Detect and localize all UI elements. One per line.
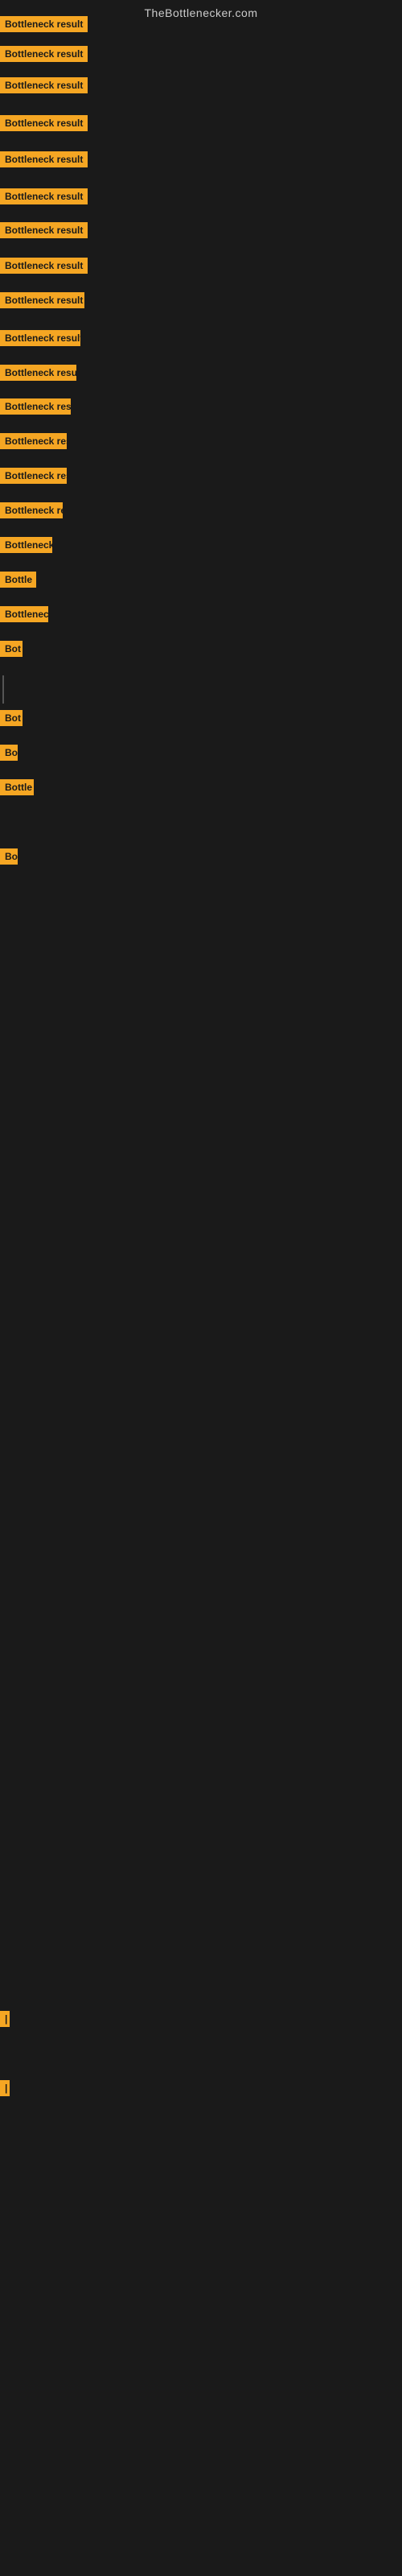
bottleneck-badge-11: Bottleneck result [0, 365, 76, 385]
bottleneck-badge-4: Bottleneck result [0, 115, 88, 135]
bottleneck-badge-text-25: | [0, 2080, 10, 2096]
bottleneck-badge-14: Bottleneck resu [0, 468, 67, 488]
bottleneck-badge-10: Bottleneck result [0, 330, 80, 350]
bottleneck-badge-9: Bottleneck result [0, 292, 84, 312]
bottleneck-badge-text-12: Bottleneck res [0, 398, 71, 415]
bottleneck-badge-text-18: Bottlenec [0, 606, 48, 622]
bottleneck-badge-text-1: Bottleneck result [0, 16, 88, 32]
bottleneck-badge-text-19: Bot [0, 641, 23, 657]
bottleneck-badge-18: Bottlenec [0, 606, 48, 626]
bottleneck-badge-text-23: Bo [0, 848, 18, 865]
bottleneck-badge-text-10: Bottleneck result [0, 330, 80, 346]
bottleneck-badge-19: Bot [0, 641, 23, 661]
bottleneck-badge-13: Bottleneck res [0, 433, 67, 453]
bottleneck-badge-text-22: Bottle [0, 779, 34, 795]
bottleneck-badge-text-8: Bottleneck result [0, 258, 88, 274]
bottleneck-badge-7: Bottleneck result [0, 222, 88, 242]
bottleneck-badge-text-6: Bottleneck result [0, 188, 88, 204]
bottleneck-badge-25: | [0, 2080, 10, 2100]
bottleneck-badge-5: Bottleneck result [0, 151, 88, 171]
bottleneck-badge-3: Bottleneck result [0, 77, 88, 97]
bottleneck-badge-21: Bo [0, 745, 18, 765]
bottleneck-badge-24: | [0, 2011, 10, 2031]
bottleneck-badge-23: Bo [0, 848, 18, 869]
vertical-line-1 [2, 675, 4, 704]
bottleneck-badge-text-9: Bottleneck result [0, 292, 84, 308]
bottleneck-badge-text-11: Bottleneck result [0, 365, 76, 381]
bottleneck-badge-6: Bottleneck result [0, 188, 88, 208]
bottleneck-badge-text-15: Bottleneck res [0, 502, 63, 518]
bottleneck-badge-text-5: Bottleneck result [0, 151, 88, 167]
bottleneck-badge-text-21: Bo [0, 745, 18, 761]
bottleneck-badge-15: Bottleneck res [0, 502, 63, 522]
bottleneck-badge-text-13: Bottleneck res [0, 433, 67, 449]
bottleneck-badge-text-20: Bot [0, 710, 23, 726]
bottleneck-badge-text-7: Bottleneck result [0, 222, 88, 238]
bottleneck-badge-text-3: Bottleneck result [0, 77, 88, 93]
bottleneck-badge-22: Bottle [0, 779, 34, 799]
bottleneck-badge-text-16: Bottleneck [0, 537, 52, 553]
bottleneck-badge-text-14: Bottleneck resu [0, 468, 67, 484]
bottleneck-badge-text-17: Bottle [0, 572, 36, 588]
bottleneck-badge-20: Bot [0, 710, 23, 730]
bottleneck-badge-16: Bottleneck [0, 537, 52, 557]
bottleneck-badge-text-24: | [0, 2011, 10, 2027]
bottleneck-badge-12: Bottleneck res [0, 398, 71, 419]
bottleneck-badge-2: Bottleneck result [0, 46, 88, 66]
bottleneck-badge-1: Bottleneck result [0, 16, 88, 36]
bottleneck-badge-text-4: Bottleneck result [0, 115, 88, 131]
bottleneck-badge-8: Bottleneck result [0, 258, 88, 278]
bottleneck-badge-text-2: Bottleneck result [0, 46, 88, 62]
bottleneck-badge-17: Bottle [0, 572, 36, 592]
